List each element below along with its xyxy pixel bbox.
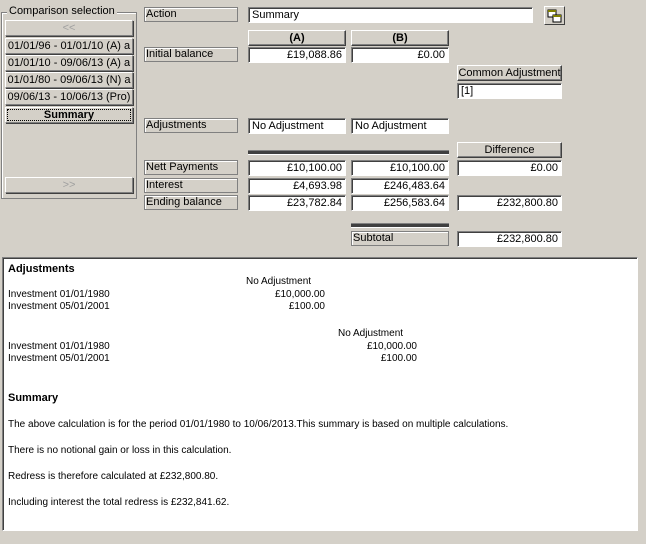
toolbar-button[interactable] [544,6,565,25]
initial-balance-label: Initial balance [144,47,238,62]
column-separator [248,150,449,155]
report-block1-title: No Adjustment [246,276,312,287]
comparison-item-1[interactable]: 01/01/96 - 01/01/10 (A) a [5,38,133,54]
report-block2-title: No Adjustment [338,328,404,339]
nett-payments-b[interactable]: £10,100.00 [351,160,449,176]
report-scroll-gutter [638,257,644,531]
report-summary-heading: Summary [8,392,59,404]
adjustments-b[interactable]: No Adjustment [351,118,449,134]
interest-label: Interest [144,178,238,193]
report-adjustments-heading: Adjustments [8,263,75,275]
nett-payments-difference[interactable]: £0.00 [457,160,562,176]
report-block2-row2-label: Investment 05/01/2001 [8,353,110,364]
ending-balance-b[interactable]: £256,583.64 [351,195,449,211]
report-block1-row2-value: £100.00 [288,301,325,312]
nett-payments-a[interactable]: £10,100.00 [248,160,346,176]
prev-button[interactable]: << [5,20,133,36]
report-summary-line-2: There is no notional gain or loss in thi… [8,445,232,456]
interest-a[interactable]: £4,693.98 [248,178,346,194]
action-field[interactable]: Summary [248,7,533,23]
comparison-item-3[interactable]: 01/01/80 - 09/06/13 (N) a [5,72,133,88]
copy-windows-icon [547,9,562,23]
interest-b[interactable]: £246,483.64 [351,178,449,194]
action-label: Action [144,7,238,22]
report-block2-row2-value: £100.00 [380,353,417,364]
ending-balance-label: Ending balance [144,195,238,210]
comparison-selection-label: Comparison selection [7,5,117,17]
report-summary-line-4: Including interest the total redress is … [8,497,230,508]
report-block1-row1-value: £10,000.00 [274,289,325,300]
report-block1-row2-label: Investment 05/01/2001 [8,301,110,312]
subtotal-separator [351,223,449,228]
common-adjustment-header: Common Adjustment [457,65,562,81]
report-block2-row1-label: Investment 01/01/1980 [8,341,110,352]
subtotal-label: Subtotal [351,231,449,246]
next-button[interactable]: >> [5,177,133,193]
difference-header: Difference [457,142,562,158]
column-b-header: (B) [351,30,449,46]
adjustments-label: Adjustments [144,118,238,133]
report-pane[interactable]: Adjustments No Adjustment Investment 01/… [2,257,638,531]
initial-balance-b[interactable]: £0.00 [351,47,449,63]
report-block1-row1-label: Investment 01/01/1980 [8,289,110,300]
subtotal-field[interactable]: £232,800.80 [457,231,562,247]
report-block2-row1-value: £10,000.00 [366,341,417,352]
nett-payments-label: Nett Payments [144,160,238,175]
column-a-header: (A) [248,30,346,46]
initial-balance-a[interactable]: £19,088.86 [248,47,346,63]
report-summary-line-1: The above calculation is for the period … [8,419,509,430]
comparison-item-4[interactable]: 09/06/13 - 10/06/13 (Pro) [5,89,133,105]
ending-balance-difference[interactable]: £232,800.80 [457,195,562,211]
report-summary-line-3: Redress is therefore calculated at £232,… [8,471,219,482]
adjustments-a[interactable]: No Adjustment [248,118,346,134]
common-adjustment-field[interactable]: [1] [457,83,562,99]
comparison-item-summary[interactable]: Summary [5,107,133,123]
ending-balance-a[interactable]: £23,782.84 [248,195,346,211]
comparison-item-2[interactable]: 01/01/10 - 09/06/13 (A) a [5,55,133,71]
